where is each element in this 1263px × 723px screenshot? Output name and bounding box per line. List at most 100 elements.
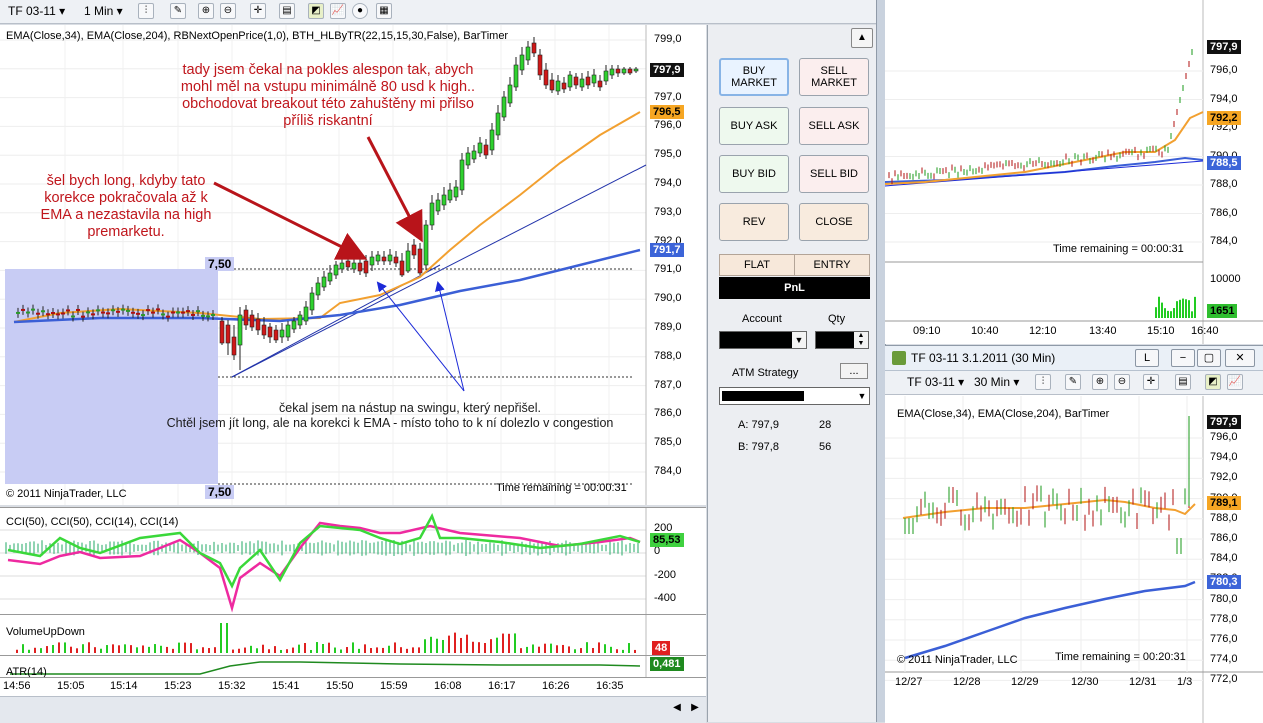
secondary-interval-selector[interactable]: 30 Min ▾ (974, 374, 1019, 390)
link-button[interactable]: L (1135, 349, 1159, 367)
volume-bar (436, 638, 438, 653)
volume-bar (58, 642, 60, 653)
drawing-tool-icon[interactable]: ✎ (170, 3, 186, 19)
rt-volume-bar (1155, 307, 1157, 318)
chart-trader-icon[interactable]: ◩ (308, 3, 324, 19)
crosshair-icon[interactable]: ✛ (1143, 374, 1159, 390)
sell-ask-button[interactable]: SELL ASK (799, 107, 869, 145)
properties-icon[interactable]: ▤ (279, 3, 295, 19)
volume-bar (352, 642, 354, 653)
zoom-in-icon[interactable]: ⊕ (198, 3, 214, 19)
drawing-tool-icon[interactable]: ✎ (1065, 374, 1081, 390)
time-tick: 15:32 (218, 680, 246, 692)
reverse-button[interactable]: REV (719, 203, 789, 241)
candle-body (369, 256, 375, 266)
volume-panel[interactable]: VolumeUpDown 48 (0, 614, 706, 655)
secondary-price-panel[interactable]: EMA(Close,34), EMA(Close,204), BarTimer … (885, 396, 1263, 723)
candle-body (549, 79, 555, 91)
volume-bar (124, 644, 126, 653)
buy-ask-button[interactable]: BUY ASK (719, 107, 789, 145)
sell-market-button[interactable]: SELL MARKET (799, 58, 869, 96)
rt-ema204-badge: 788,5 (1207, 156, 1241, 170)
scrollbar-right-arrow[interactable]: ▶ (688, 702, 702, 716)
buy-bid-button[interactable]: BUY BID (719, 155, 789, 193)
reverse-label: REV (742, 216, 766, 228)
volume-bar (580, 648, 582, 653)
instrument-selector[interactable]: TF 03-11 ▾ (8, 3, 65, 19)
rb-time-tick: 12/29 (1011, 676, 1039, 688)
candle-body (273, 329, 279, 341)
volume-bar (520, 648, 522, 653)
bar-type-icon[interactable]: ⫶ (138, 3, 154, 19)
cci-panel[interactable]: CCI(50), CCI(50), CCI(14), CCI(14) 200 0… (0, 507, 706, 614)
secondary-window-titlebar[interactable]: TF 03-11 3.1.2011 (30 Min) L − ▢ ✕ (885, 346, 1263, 371)
zoom-in-icon[interactable]: ⊕ (1092, 374, 1108, 390)
zoom-out-icon[interactable]: ⊖ (1114, 374, 1130, 390)
rt-time-tick: 12:10 (1029, 325, 1057, 337)
buy-market-label: BUY MARKET (731, 65, 777, 89)
candle-body (327, 272, 333, 282)
sell-bid-button[interactable]: SELL BID (799, 155, 869, 193)
bar-type-icon[interactable]: ⫶ (1035, 374, 1051, 390)
chart-trader-icon[interactable]: ◩ (1205, 374, 1221, 390)
interval-label: 1 Min (84, 4, 114, 18)
data-box-icon[interactable]: ▦ (376, 3, 392, 19)
volume-bar (94, 647, 96, 653)
volume-bar (40, 648, 42, 653)
atr-panel[interactable]: ATR(14) 0,481 (0, 655, 706, 678)
volume-label: VolumeUpDown (6, 626, 85, 638)
rt-price-tick: 786,0 (1210, 206, 1238, 219)
indicators-icon[interactable]: 📈 (330, 3, 346, 19)
volume-bar (76, 648, 78, 653)
volume-bar (298, 644, 300, 653)
rt-time-tick: 16:40 (1191, 325, 1219, 337)
stepper-arrows-icon[interactable]: ▲ ▼ (854, 332, 868, 348)
rt-vol-badge: 1651 (1207, 304, 1238, 318)
zoom-out-icon[interactable]: ⊖ (220, 3, 236, 19)
indicators-icon[interactable]: 📈 (1227, 374, 1243, 390)
interval-selector[interactable]: 1 Min ▾ (84, 3, 123, 19)
account-select[interactable]: ▼ (719, 331, 807, 349)
buy-market-button[interactable]: BUY MARKET (719, 58, 789, 96)
atm-options-button[interactable]: ... (840, 363, 868, 379)
properties-icon[interactable]: ▤ (1175, 374, 1191, 390)
volume-bar (478, 642, 480, 653)
volume-bar (160, 645, 162, 653)
candle-body (225, 324, 231, 344)
right-top-chart[interactable]: 796,0794,0792,0790,0788,0786,0784,0 797,… (885, 0, 1263, 344)
volume-bar (424, 639, 426, 653)
candle-body (525, 46, 531, 61)
rt-volume-bar (1194, 296, 1196, 318)
price-tick: 795,0 (654, 148, 682, 161)
volume-bar (370, 648, 372, 653)
close-position-button[interactable]: CLOSE (799, 203, 869, 241)
annotation-top: tady jsem čekal na pokles alespon tak, a… (180, 62, 476, 129)
strategies-icon[interactable]: ● (352, 3, 368, 19)
chevron-down-icon: ▼ (792, 332, 806, 348)
atm-strategy-select[interactable]: ▼ (719, 387, 870, 405)
collapse-button[interactable]: ▲ (851, 28, 873, 48)
atm-strategy-label: ATM Strategy (732, 367, 799, 379)
rt-volume-bar (1161, 302, 1163, 318)
minimize-icon[interactable]: − (1171, 349, 1195, 367)
candle-body (453, 186, 459, 198)
candle-body (357, 262, 363, 272)
candle-body (261, 324, 267, 336)
volume-bar (604, 644, 606, 653)
maximize-icon[interactable]: ▢ (1197, 349, 1221, 367)
horizontal-scrollbar[interactable]: ◀ ▶ (0, 696, 706, 723)
candle-body (579, 78, 585, 88)
volume-bar (88, 642, 90, 653)
candle-body (573, 76, 579, 86)
volume-bar (238, 648, 240, 653)
scrollbar-left-arrow[interactable]: ◀ (670, 702, 684, 716)
time-remaining-label: Time remaining = 00:00:31 (496, 482, 627, 494)
rt-volume-bar (1188, 300, 1190, 318)
main-price-panel[interactable]: EMA(Close,34), EMA(Close,204), RBNextOpe… (0, 25, 706, 505)
qty-stepper[interactable]: ▲ ▼ (815, 331, 869, 349)
crosshair-icon[interactable]: ✛ (250, 3, 266, 19)
main-time-axis: 14:56 15:05 15:14 15:23 15:32 15:41 15:50 15:59… (0, 677, 706, 696)
secondary-instrument-selector[interactable]: TF 03-11 ▾ (907, 374, 964, 390)
secondary-price-chart[interactable] (885, 396, 1263, 723)
close-icon[interactable]: ✕ (1225, 349, 1255, 367)
